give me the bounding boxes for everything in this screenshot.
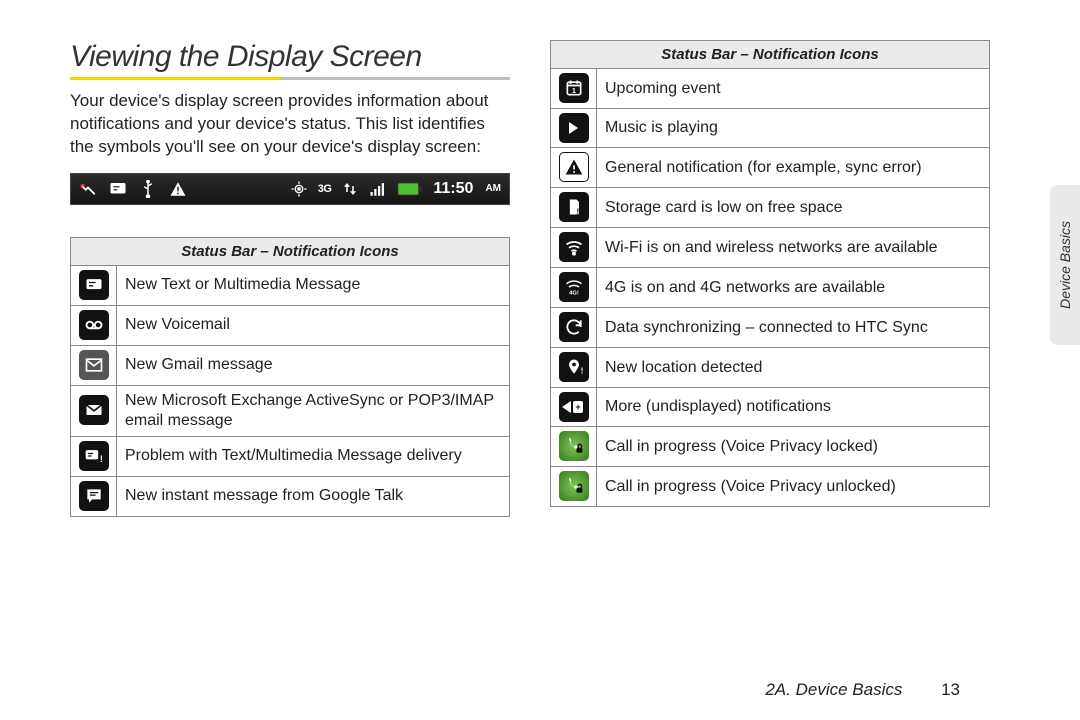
table-row: Music is playing bbox=[551, 109, 990, 148]
sms-icon bbox=[71, 265, 117, 305]
table-row: 1 Upcoming event bbox=[551, 69, 990, 109]
usb-icon bbox=[139, 180, 157, 198]
table-row: Call in progress (Voice Privacy unlocked… bbox=[551, 467, 990, 507]
table-row: General notification (for example, sync … bbox=[551, 148, 990, 188]
calendar-icon: 1 bbox=[551, 69, 597, 109]
table-row: ! Storage card is low on free space bbox=[551, 188, 990, 228]
table-row: ! New location detected bbox=[551, 348, 990, 388]
warning-icon bbox=[169, 180, 187, 198]
icon-description: Problem with Text/Multimedia Message del… bbox=[117, 436, 510, 476]
table-row: New Voicemail bbox=[71, 305, 510, 345]
icon-description: More (undisplayed) notifications bbox=[597, 388, 990, 427]
battery-icon bbox=[397, 180, 423, 198]
svg-text:4G!: 4G! bbox=[569, 291, 579, 297]
table-row: New instant message from Google Talk bbox=[71, 476, 510, 516]
heading-rule bbox=[70, 77, 510, 80]
table-row: 4G! 4G is on and 4G networks are availabl… bbox=[551, 268, 990, 308]
icon-description: New Microsoft Exchange ActiveSync or POP… bbox=[117, 385, 510, 436]
svg-text:1: 1 bbox=[571, 86, 575, 95]
table-row: New Text or Multimedia Message bbox=[71, 265, 510, 305]
icon-description: Wi-Fi is on and wireless networks are av… bbox=[597, 228, 990, 268]
icon-description: Data synchronizing – connected to HTC Sy… bbox=[597, 308, 990, 348]
table-row: Call in progress (Voice Privacy locked) bbox=[551, 427, 990, 467]
table-row: Data synchronizing – connected to HTC Sy… bbox=[551, 308, 990, 348]
warning-icon bbox=[551, 148, 597, 188]
sync-icon bbox=[551, 308, 597, 348]
page-footer: 2A. Device Basics 13 bbox=[765, 680, 960, 700]
svg-text:!: ! bbox=[99, 454, 102, 464]
sdcard-low-icon: ! bbox=[551, 188, 597, 228]
data-arrows-icon bbox=[341, 180, 359, 198]
more-notif-icon: + bbox=[551, 388, 597, 427]
icon-description: Call in progress (Voice Privacy locked) bbox=[597, 427, 990, 467]
table-row: +More (undisplayed) notifications bbox=[551, 388, 990, 427]
intro-paragraph: Your device's display screen provides in… bbox=[70, 90, 510, 159]
gmail-icon bbox=[71, 345, 117, 385]
icon-description: New instant message from Google Talk bbox=[117, 476, 510, 516]
notification-icons-table-right: Status Bar – Notification Icons 1 Upcomin… bbox=[550, 40, 990, 507]
footer-page-number: 13 bbox=[941, 680, 960, 699]
side-tab-label: Device Basics bbox=[1057, 221, 1073, 309]
svg-text:!: ! bbox=[576, 207, 579, 217]
chat-icon bbox=[71, 476, 117, 516]
call-locked-icon bbox=[551, 427, 597, 467]
side-tab: Device Basics bbox=[1050, 185, 1080, 345]
gps-icon bbox=[290, 180, 308, 198]
icon-description: Upcoming event bbox=[597, 69, 990, 109]
wifi-avail-icon bbox=[551, 228, 597, 268]
table-row: Wi-Fi is on and wireless networks are av… bbox=[551, 228, 990, 268]
icon-description: Storage card is low on free space bbox=[597, 188, 990, 228]
play-icon bbox=[551, 109, 597, 148]
mail-icon bbox=[71, 385, 117, 436]
icon-description: General notification (for example, sync … bbox=[597, 148, 990, 188]
sms-error-icon: ! bbox=[71, 436, 117, 476]
notification-icons-table-left: Status Bar – Notification Icons New Text… bbox=[70, 237, 510, 517]
table-header: Status Bar – Notification Icons bbox=[71, 237, 510, 265]
icon-description: Music is playing bbox=[597, 109, 990, 148]
icon-description: New Voicemail bbox=[117, 305, 510, 345]
page-heading: Viewing the Display Screen bbox=[70, 40, 510, 74]
location-icon: ! bbox=[551, 348, 597, 388]
network-3g-label: 3G bbox=[318, 183, 332, 195]
icon-description: New location detected bbox=[597, 348, 990, 388]
clock-time: 11:50 bbox=[433, 180, 473, 198]
signal-icon bbox=[369, 180, 387, 198]
fourg-avail-icon: 4G! bbox=[551, 268, 597, 308]
table-row: New Microsoft Exchange ActiveSync or POP… bbox=[71, 385, 510, 436]
svg-text:!: ! bbox=[580, 366, 583, 376]
icon-description: New Gmail message bbox=[117, 345, 510, 385]
status-bar-preview: 3G 11:50 AM bbox=[70, 173, 510, 205]
clock-ampm: AM bbox=[485, 183, 501, 194]
icon-description: Call in progress (Voice Privacy unlocked… bbox=[597, 467, 990, 507]
table-row: New Gmail message bbox=[71, 345, 510, 385]
footer-section: 2A. Device Basics bbox=[765, 680, 902, 699]
missed-call-icon bbox=[79, 180, 97, 198]
icon-description: New Text or Multimedia Message bbox=[117, 265, 510, 305]
voicemail-icon bbox=[71, 305, 117, 345]
table-header: Status Bar – Notification Icons bbox=[551, 41, 990, 69]
table-row: ! Problem with Text/Multimedia Message de… bbox=[71, 436, 510, 476]
sms-icon bbox=[109, 180, 127, 198]
icon-description: 4G is on and 4G networks are available bbox=[597, 268, 990, 308]
call-unlocked-icon bbox=[551, 467, 597, 507]
